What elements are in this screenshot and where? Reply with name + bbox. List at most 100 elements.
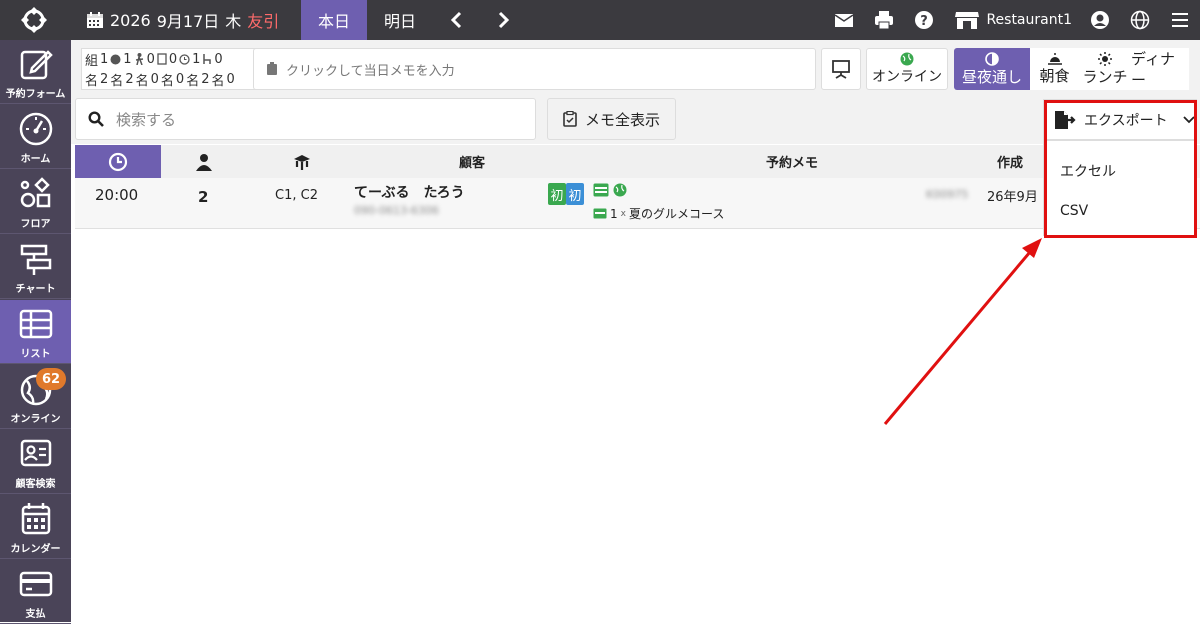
- main-content: 組1 1 0 0 1 0 名2 名2 名0 名0 名2 名0 クリックして当日メ…: [71, 40, 1200, 622]
- stats-people-label: 名: [85, 73, 99, 89]
- meal-filter-label: ディナー: [1131, 50, 1175, 89]
- daily-memo-input[interactable]: クリックして当日メモを入力: [253, 48, 816, 90]
- globe-icon: [613, 183, 627, 197]
- course-count: 1: [610, 206, 618, 221]
- stats-value: 1: [100, 51, 109, 67]
- course-name: 夏のグルメコース: [628, 207, 725, 221]
- sidebar-item-label: 支払: [25, 609, 46, 620]
- course-multiplier: x: [620, 208, 626, 219]
- sidebar-item-label: オンライン: [10, 414, 61, 425]
- stats-people-label: 名: [110, 73, 124, 89]
- sidebar-item-floor[interactable]: フロア: [0, 170, 71, 234]
- date-display[interactable]: 2026 9月17日 木 友引: [86, 0, 279, 40]
- column-time[interactable]: [75, 145, 161, 178]
- sidebar-item-chart[interactable]: チャート: [0, 235, 71, 299]
- sidebar-item-reservation-form[interactable]: 予約フォーム: [0, 40, 71, 104]
- stats-groups-label: 組: [85, 53, 99, 69]
- globe-icon: [900, 52, 914, 66]
- customer-name[interactable]: てーぶる たろう: [354, 182, 465, 202]
- chair-icon: [203, 54, 212, 64]
- table-row[interactable]: 20:00 2 C1, C2 てーぶる たろう 090-0613-6306 初 …: [75, 178, 1200, 229]
- reservation-icons: [593, 183, 627, 197]
- reservation-time: 20:00: [95, 186, 139, 204]
- status-tags: 初 初: [548, 183, 584, 205]
- sidebar-item-label: フロア: [20, 219, 51, 230]
- course-info: 1 x 夏のグルメコース: [593, 205, 724, 222]
- store-icon[interactable]: [954, 10, 980, 30]
- stats-value: 2: [201, 71, 210, 87]
- sidebar-item-list[interactable]: リスト: [0, 300, 71, 364]
- meal-filter-dinner[interactable]: ディナー: [1131, 48, 1189, 90]
- sidebar-item-label: 顧客検索: [15, 479, 56, 490]
- course-card-icon: [593, 183, 609, 197]
- created-by-id: K00975: [926, 188, 969, 201]
- stats-people-label: 名: [160, 73, 174, 89]
- column-customer[interactable]: 顧客: [357, 145, 587, 178]
- table-icon: [294, 154, 310, 170]
- sidebar: 予約フォーム ホーム フロア チャート リスト オンライン 62 顧客検索 カレ…: [0, 40, 71, 624]
- list-icon: [19, 309, 52, 339]
- annotation-highlight-box: [1044, 100, 1197, 238]
- stats-value: 0: [150, 71, 159, 87]
- customer-card-icon: [20, 439, 51, 467]
- calendar-icon: [87, 12, 103, 28]
- meal-filter-breakfast[interactable]: 朝食: [1030, 48, 1079, 90]
- user-account-icon[interactable]: [1090, 10, 1110, 30]
- stats-people-label: 名: [211, 73, 225, 89]
- table-assignment: C1, C2: [275, 188, 318, 203]
- column-party-size[interactable]: [161, 145, 247, 178]
- print-icon[interactable]: [874, 10, 894, 30]
- meal-filter-all-day[interactable]: 昼夜通し: [954, 48, 1030, 90]
- stats-value: 2: [100, 71, 109, 87]
- sidebar-item-label: カレンダー: [10, 544, 61, 555]
- sidebar-item-label: ホーム: [20, 154, 51, 165]
- tab-tomorrow[interactable]: 明日: [367, 0, 433, 40]
- sidebar-item-customer-search[interactable]: 顧客検索: [0, 430, 71, 494]
- sidebar-item-payment[interactable]: 支払: [0, 560, 71, 624]
- restaurant-name[interactable]: Restaurant1: [986, 12, 1072, 28]
- half-circle-icon: [985, 51, 999, 66]
- top-bar: 2026 9月17日 木 友引 本日 明日 ? Restaurant1: [0, 0, 1200, 40]
- walk-in-icon: [135, 53, 143, 65]
- chevron-right-icon[interactable]: [493, 10, 513, 30]
- show-all-memos-label: メモ全表示: [584, 110, 660, 129]
- stats-value: 0: [226, 71, 235, 87]
- date-year: 2026: [110, 10, 151, 30]
- stats-value: 0: [175, 71, 185, 87]
- clock-icon: [179, 53, 190, 65]
- presentation-icon: [832, 60, 850, 79]
- mail-icon[interactable]: [834, 10, 854, 30]
- sidebar-item-label: リスト: [20, 349, 51, 360]
- online-filter-button[interactable]: オンライン: [866, 48, 948, 90]
- show-all-memos-button[interactable]: メモ全表示: [547, 98, 676, 140]
- sidebar-item-home[interactable]: ホーム: [0, 105, 71, 169]
- chevron-left-icon[interactable]: [447, 10, 467, 30]
- sidebar-item-calendar[interactable]: カレンダー: [0, 495, 71, 559]
- column-reservation-memo[interactable]: 予約メモ: [587, 145, 997, 178]
- language-globe-icon[interactable]: [1130, 10, 1150, 30]
- floor-icon: [20, 177, 50, 208]
- daily-memo-placeholder: クリックして当日メモを入力: [286, 63, 455, 79]
- menu-hamburger-icon[interactable]: [1170, 10, 1190, 30]
- sidebar-item-label: チャート: [15, 284, 56, 295]
- tab-today[interactable]: 本日: [301, 0, 367, 40]
- app-logo-icon[interactable]: [20, 6, 48, 34]
- column-table[interactable]: [247, 145, 357, 178]
- sidebar-item-online[interactable]: オンライン 62: [0, 365, 71, 429]
- meal-filter-label: 昼夜通し: [961, 67, 1022, 86]
- help-icon[interactable]: ?: [914, 10, 934, 30]
- created-date: 26年9月: [987, 190, 1038, 205]
- globe-icon: [110, 54, 121, 64]
- stats-value: 0: [168, 51, 178, 67]
- edit-icon: [20, 50, 53, 80]
- meal-filter-lunch[interactable]: ランチ: [1079, 48, 1131, 90]
- toolbar: 組1 1 0 0 1 0 名2 名2 名0 名0 名2 名0 クリックして当日メ…: [71, 40, 1200, 96]
- search-icon: [88, 111, 104, 127]
- first-visit-tag: 初: [566, 183, 584, 205]
- search-input[interactable]: 検索する: [75, 98, 536, 140]
- stats-value: 2: [125, 71, 134, 87]
- display-mode-button[interactable]: [821, 48, 861, 90]
- stats-people-label: 名: [135, 73, 149, 89]
- chart-icon: [20, 244, 51, 275]
- online-filter-label: オンライン: [872, 69, 942, 85]
